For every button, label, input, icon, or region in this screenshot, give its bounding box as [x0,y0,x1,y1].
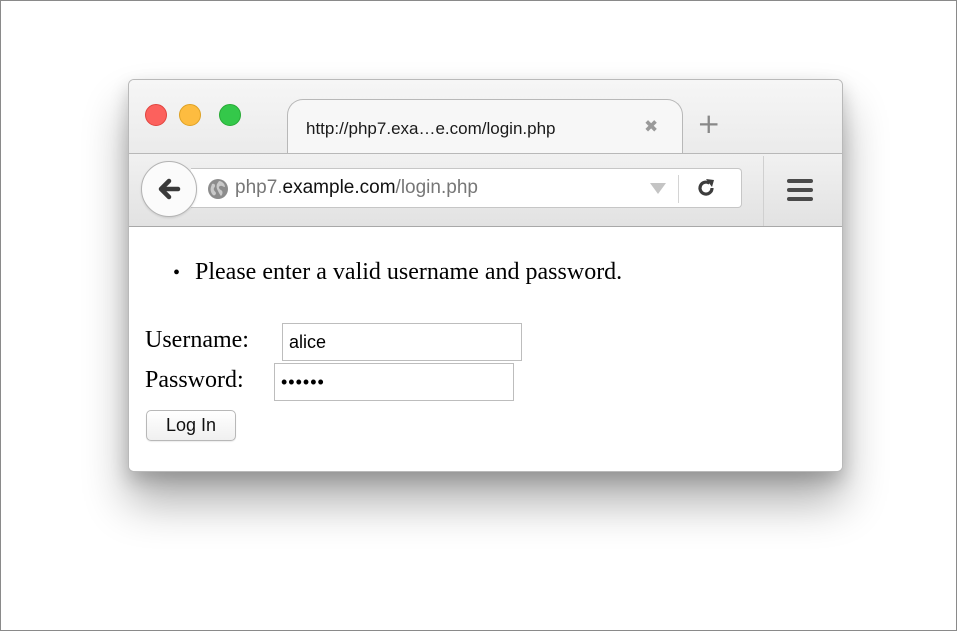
username-label: Username: [145,327,249,353]
page-content: Please enter a valid username and passwo… [129,227,842,471]
active-tab[interactable]: http://php7.exa…e.com/login.php ✖ [287,99,683,153]
reload-icon[interactable] [695,177,717,199]
tab-strip: http://php7.exa…e.com/login.php ✖ + [129,80,842,153]
globe-icon [208,179,228,199]
password-label: Password: [145,367,244,393]
error-list: Please enter a valid username and passwo… [173,259,622,286]
error-message: Please enter a valid username and passwo… [173,259,622,286]
back-button[interactable] [141,161,197,217]
password-input[interactable] [274,363,514,401]
browser-window: http://php7.exa…e.com/login.php ✖ + php7… [128,79,843,472]
url-dropdown-icon[interactable] [650,183,666,194]
url-path: /login.php [395,177,478,198]
hamburger-menu-icon[interactable] [787,179,813,206]
tab-close-icon[interactable]: ✖ [644,117,658,137]
url-text[interactable]: php7.example.com/login.php [235,177,478,199]
username-input[interactable] [282,323,522,361]
close-window-button[interactable] [145,104,167,126]
url-host: example.com [282,177,396,198]
navigation-toolbar: php7.example.com/login.php [129,153,842,227]
back-arrow-icon [158,178,181,200]
screenshot-canvas: http://php7.exa…e.com/login.php ✖ + php7… [0,0,957,631]
zoom-window-button[interactable] [219,104,241,126]
toolbar-divider [763,156,764,226]
url-divider [678,175,679,203]
tab-title: http://php7.exa…e.com/login.php [306,119,556,138]
login-button[interactable]: Log In [146,410,236,441]
url-bar[interactable]: php7.example.com/login.php [191,168,742,208]
new-tab-icon[interactable]: + [697,110,720,138]
url-prefix: php7. [235,177,283,198]
minimize-window-button[interactable] [179,104,201,126]
